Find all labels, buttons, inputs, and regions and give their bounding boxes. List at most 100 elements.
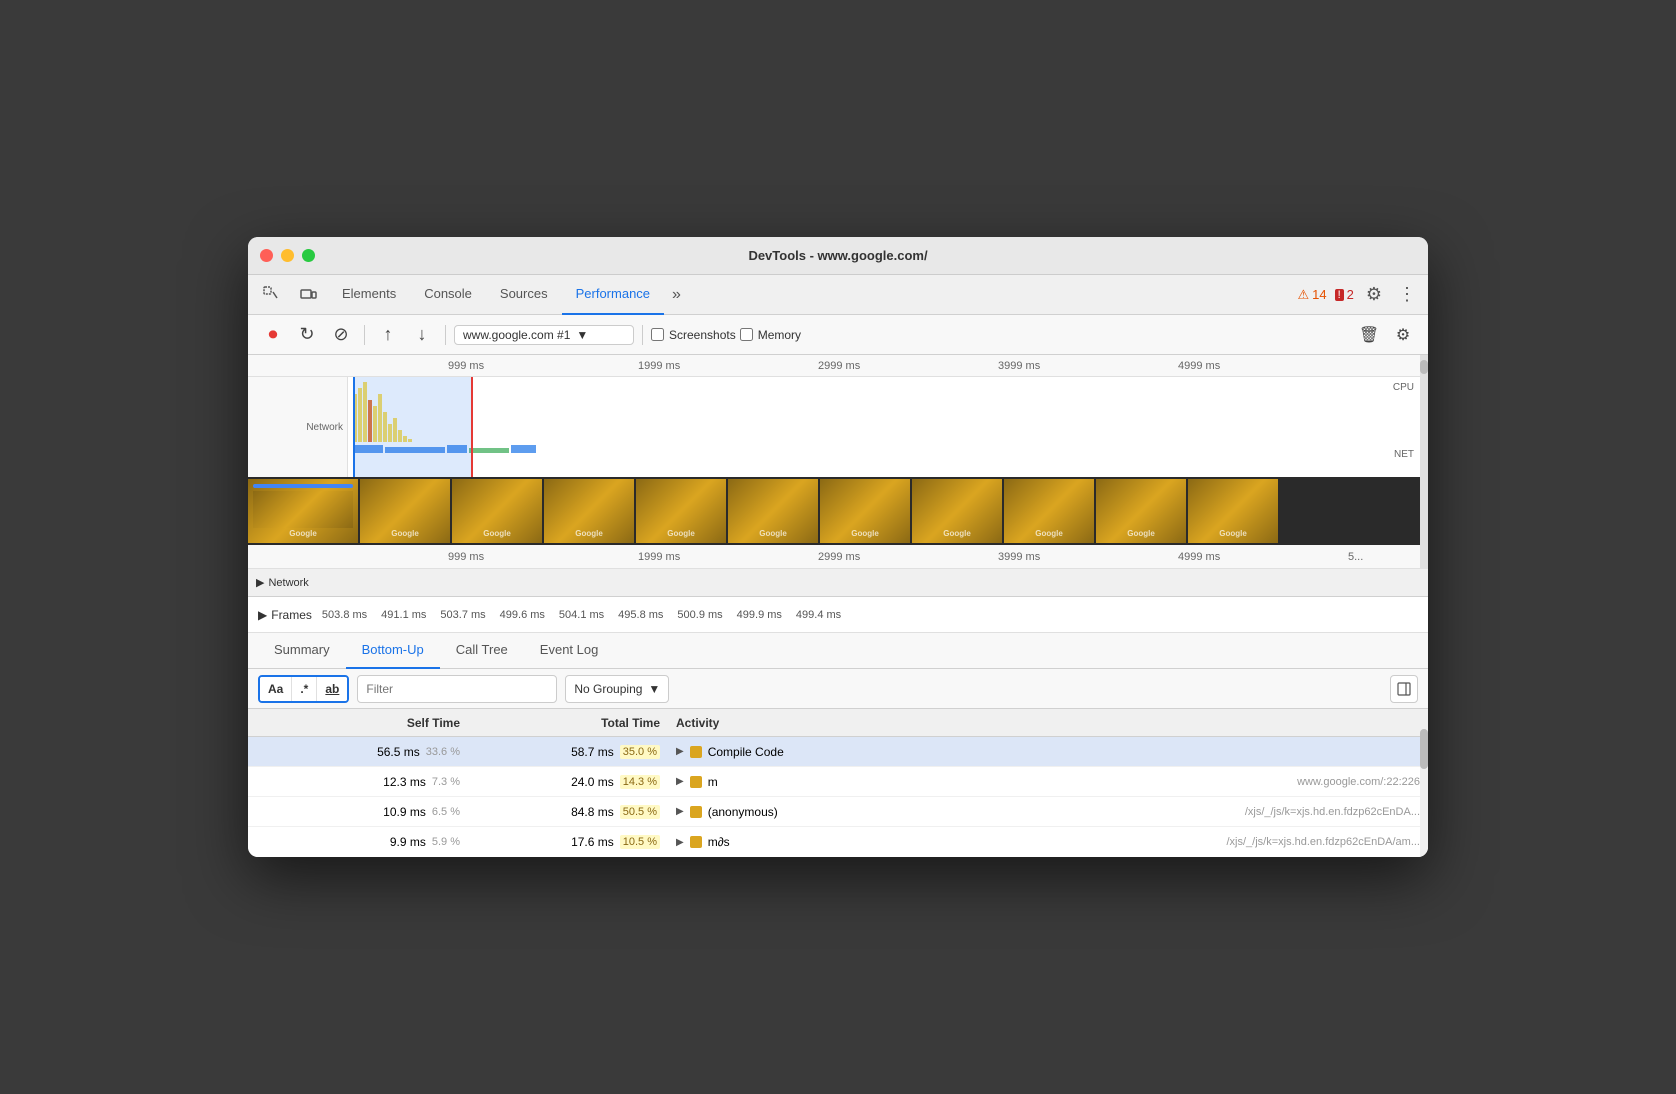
- tab-more-icon[interactable]: »: [664, 286, 689, 304]
- tab-performance[interactable]: Performance: [562, 275, 664, 315]
- recording-selector[interactable]: www.google.com #1 ▼: [454, 325, 634, 345]
- screenshot-3[interactable]: Google: [544, 479, 634, 543]
- screenshot-9[interactable]: Google: [1096, 479, 1186, 543]
- frame-time-3: 499.6 ms: [500, 609, 545, 621]
- header-total-time[interactable]: Total Time: [468, 716, 668, 730]
- bottom-ruler-mark-2: 1999 ms: [638, 551, 680, 563]
- network-expand-icon: ▶: [256, 576, 264, 589]
- tab-right-controls: ⚠ 14 ! 2 ⚙ ⋮: [1297, 280, 1420, 309]
- frame-time-1: 491.1 ms: [381, 609, 426, 621]
- tab-call-tree[interactable]: Call Tree: [440, 633, 524, 669]
- regex-button[interactable]: .*: [292, 675, 317, 703]
- tab-console[interactable]: Console: [410, 275, 486, 315]
- settings-icon[interactable]: ⚙: [1362, 280, 1386, 309]
- row-1-activity: ▶ Compile Code: [668, 745, 1428, 759]
- row-3-self-time: 10.9 ms 6.5 %: [248, 805, 468, 819]
- filter-input[interactable]: [357, 675, 557, 703]
- capture-settings-button[interactable]: ⚙: [1388, 320, 1418, 350]
- row-4-self-pct: 5.9 %: [432, 836, 460, 848]
- row-2-total-val: 24.0 ms: [571, 775, 614, 789]
- net-chart: [353, 445, 1416, 465]
- screenshot-10[interactable]: Google: [1188, 479, 1278, 543]
- case-sensitive-button[interactable]: Aa: [260, 675, 292, 703]
- table-row[interactable]: 9.9 ms 5.9 % 17.6 ms 10.5 % ▶ m∂s /xjs/_…: [248, 827, 1428, 857]
- whole-word-button[interactable]: ab: [317, 675, 347, 703]
- network-row[interactable]: ▶ Network: [256, 576, 309, 589]
- row-1-total-pct: 35.0 %: [620, 745, 660, 759]
- screenshot-8[interactable]: Google: [1004, 479, 1094, 543]
- screenshot-6[interactable]: Google: [820, 479, 910, 543]
- maximize-button[interactable]: [302, 249, 315, 262]
- row-4-self-val: 9.9 ms: [390, 835, 426, 849]
- filter-bar: Aa .* ab No Grouping ▼: [248, 669, 1428, 709]
- tab-event-log[interactable]: Event Log: [524, 633, 615, 669]
- table-scrollbar[interactable]: [1420, 709, 1428, 857]
- trash-button[interactable]: 🗑: [1354, 320, 1384, 350]
- screenshot-7[interactable]: Google: [912, 479, 1002, 543]
- grouping-dropdown-icon: ▼: [648, 682, 660, 696]
- toolbar-separator-2: [445, 325, 446, 345]
- row-2-expand-icon[interactable]: ▶: [676, 776, 684, 787]
- upload-button[interactable]: ↑: [373, 320, 403, 350]
- frames-toggle[interactable]: ▶ Frames: [258, 608, 312, 622]
- table-row[interactable]: 12.3 ms 7.3 % 24.0 ms 14.3 % ▶ m www.goo…: [248, 767, 1428, 797]
- timeline-scrollbar-thumb[interactable]: [1420, 360, 1428, 374]
- row-1-self-val: 56.5 ms: [377, 745, 420, 759]
- tab-bottom-up[interactable]: Bottom-Up: [346, 633, 440, 669]
- frame-time-6: 500.9 ms: [677, 609, 722, 621]
- network-label: Network: [252, 422, 343, 433]
- download-button[interactable]: ↓: [407, 320, 437, 350]
- screenshots-label: Screenshots: [669, 328, 736, 342]
- warning-badge[interactable]: ⚠ 14: [1297, 287, 1326, 303]
- ruler-mark-4: 3999 ms: [998, 360, 1040, 372]
- row-3-self-pct: 6.5 %: [432, 806, 460, 818]
- screenshot-4[interactable]: Google: [636, 479, 726, 543]
- row-2-activity-name: m: [708, 775, 718, 789]
- grouping-selector[interactable]: No Grouping ▼: [565, 675, 669, 703]
- timeline-scrollbar[interactable]: [1420, 355, 1428, 569]
- net-label: NET: [1394, 449, 1414, 460]
- table-scrollbar-thumb[interactable]: [1420, 729, 1428, 769]
- frame-time-8: 499.4 ms: [796, 609, 841, 621]
- data-table-container: Self Time Total Time Activity 56.5 ms 33…: [248, 709, 1428, 857]
- table-header: Self Time Total Time Activity: [248, 709, 1428, 737]
- toolbar-separator-3: [642, 325, 643, 345]
- memory-checkbox[interactable]: Memory: [740, 328, 801, 342]
- bottom-ruler-mark-3: 2999 ms: [818, 551, 860, 563]
- error-icon: !: [1335, 289, 1344, 301]
- row-2-activity: ▶ m www.google.com/:22:226: [668, 775, 1428, 789]
- screenshot-5[interactable]: Google: [728, 479, 818, 543]
- close-button[interactable]: [260, 249, 273, 262]
- refresh-button[interactable]: ↻: [292, 320, 322, 350]
- cpu-chart: [353, 382, 1416, 442]
- screenshots-input[interactable]: [651, 328, 664, 341]
- frame-time-4: 504.1 ms: [559, 609, 604, 621]
- memory-input[interactable]: [740, 328, 753, 341]
- row-1-expand-icon[interactable]: ▶: [676, 746, 684, 757]
- more-options-icon[interactable]: ⋮: [1394, 280, 1420, 309]
- screenshot-0[interactable]: Google: [248, 479, 358, 543]
- grouping-value: No Grouping: [574, 682, 642, 696]
- minimize-button[interactable]: [281, 249, 294, 262]
- tab-summary[interactable]: Summary: [258, 633, 346, 669]
- device-toggle-icon[interactable]: [292, 279, 324, 311]
- header-self-time[interactable]: Self Time: [248, 716, 468, 730]
- table-row[interactable]: 56.5 ms 33.6 % 58.7 ms 35.0 % ▶ Compile …: [248, 737, 1428, 767]
- inspect-icon[interactable]: [256, 279, 288, 311]
- record-button[interactable]: ⏺: [258, 320, 288, 350]
- screenshots-checkbox[interactable]: Screenshots: [651, 328, 736, 342]
- screenshot-1[interactable]: Google: [360, 479, 450, 543]
- tab-elements[interactable]: Elements: [328, 275, 410, 315]
- sidebar-toggle-button[interactable]: [1390, 675, 1418, 703]
- data-table: Self Time Total Time Activity 56.5 ms 33…: [248, 709, 1428, 857]
- row-3-expand-icon[interactable]: ▶: [676, 806, 684, 817]
- clear-button[interactable]: ⊘: [326, 320, 356, 350]
- screenshot-2[interactable]: Google: [452, 479, 542, 543]
- row-4-expand-icon[interactable]: ▶: [676, 837, 684, 848]
- tab-sources[interactable]: Sources: [486, 275, 562, 315]
- timeline-bottom-ruler: 999 ms 1999 ms 2999 ms 3999 ms 4999 ms 5…: [248, 545, 1428, 569]
- error-badge[interactable]: ! 2: [1335, 287, 1354, 302]
- error-count: 2: [1347, 287, 1354, 302]
- table-row[interactable]: 10.9 ms 6.5 % 84.8 ms 50.5 % ▶ (anonymou…: [248, 797, 1428, 827]
- timeline-chart: Network CPU: [248, 377, 1428, 477]
